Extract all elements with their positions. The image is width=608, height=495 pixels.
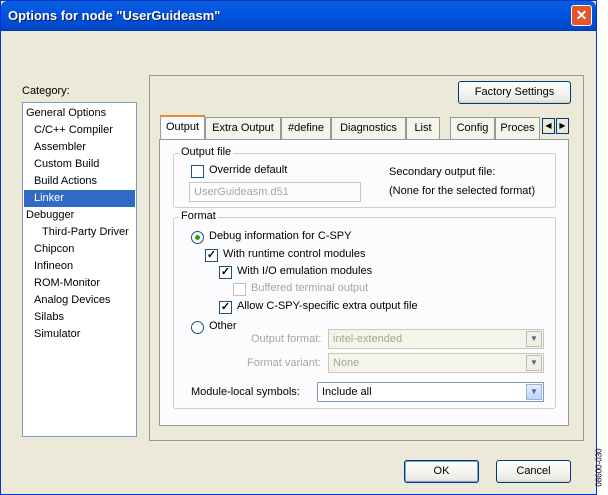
tab-scroll-left-button[interactable]: ◀ [542,118,555,134]
tab-scroll-right-button[interactable]: ▶ [556,118,569,134]
io-emulation-checkbox[interactable]: ✓ [219,266,232,279]
format-variant-select: None ▼ [328,353,544,373]
module-local-symbols-select[interactable]: Include all ▼ [317,382,544,402]
category-item[interactable]: Build Actions [24,173,135,190]
module-local-symbols-value: Include all [322,386,372,398]
factory-settings-button[interactable]: Factory Settings [458,81,571,104]
tab-config[interactable]: Config [450,117,495,139]
other-format-label: Other [209,320,237,332]
runtime-control-label: With runtime control modules [223,248,366,260]
window-title: Options for node "UserGuideasm" [8,8,221,23]
tab-list[interactable]: List [406,117,440,139]
tab-output[interactable]: Output [160,115,205,139]
category-list[interactable]: General Options C/C++ Compiler Assembler Cu… [22,102,137,437]
category-label: Category: [22,85,70,97]
override-default-checkbox[interactable] [191,165,204,178]
category-item[interactable]: Third-Party Driver [24,224,135,241]
options-dialog: Options for node "UserGuideasm" ✕ Catego… [0,0,597,495]
debug-info-radio[interactable] [191,231,204,244]
category-item[interactable]: Chipcon [24,241,135,258]
category-item[interactable]: Infineon [24,258,135,275]
figure-code: 08600-030 [594,445,608,495]
output-format-value: intel-extended [333,333,403,345]
allow-extra-output-label: Allow C-SPY-specific extra output file [237,300,418,312]
chevron-down-icon: ▼ [526,331,542,347]
category-item[interactable]: Silabs [24,309,135,326]
category-item[interactable]: C/C++ Compiler [24,122,135,139]
override-default-label: Override default [209,164,288,176]
category-item[interactable]: Assembler [24,139,135,156]
figure-code-text: 08600-030 [594,448,604,487]
radio-selected-dot [195,235,200,240]
chevron-right-icon: ▶ [559,121,566,130]
close-button[interactable]: ✕ [571,5,592,26]
tab-extra-output[interactable]: Extra Output [205,117,281,139]
io-emulation-label: With I/O emulation modules [237,265,373,277]
output-filename-field: UserGuideasm.d51 [189,182,361,202]
buffered-terminal-label: Buffered terminal output [251,282,369,294]
chevron-left-icon: ◀ [545,121,552,130]
buffered-terminal-checkbox [233,283,246,296]
format-variant-value: None [333,357,360,369]
chevron-down-icon[interactable]: ▼ [526,384,542,400]
category-item[interactable]: General Options [24,105,135,122]
secondary-output-label: Secondary output file: [389,166,496,178]
category-item[interactable]: Debugger [24,207,135,224]
tab-define[interactable]: #define [281,117,331,139]
tab-processor[interactable]: Proces [495,117,540,139]
category-item[interactable]: ROM-Monitor [24,275,135,292]
output-format-label: Output format: [251,333,322,345]
category-item[interactable]: Simulator [24,326,135,343]
output-file-group-title: Output file [179,146,234,158]
module-local-symbols-label: Module-local symbols: [191,386,300,398]
ok-button[interactable]: OK [404,460,479,483]
output-format-select: intel-extended ▼ [328,329,544,349]
close-icon: ✕ [575,7,588,23]
category-item[interactable]: Custom Build [24,156,135,173]
chevron-down-icon: ▼ [526,355,542,371]
secondary-output-value: (None for the selected format) [389,185,536,197]
cancel-button[interactable]: Cancel [496,460,571,483]
format-group-title: Format [179,210,218,222]
other-format-radio[interactable] [191,321,204,334]
debug-info-label: Debug information for C-SPY [209,230,352,242]
runtime-control-checkbox[interactable]: ✓ [205,249,218,262]
allow-extra-output-checkbox[interactable]: ✓ [219,301,232,314]
category-item[interactable]: Analog Devices [24,292,135,309]
category-item[interactable]: Linker [24,190,135,207]
tab-diagnostics[interactable]: Diagnostics [331,117,406,139]
title-bar[interactable]: Options for node "UserGuideasm" ✕ [1,1,596,31]
format-variant-label: Format variant: [247,357,321,369]
